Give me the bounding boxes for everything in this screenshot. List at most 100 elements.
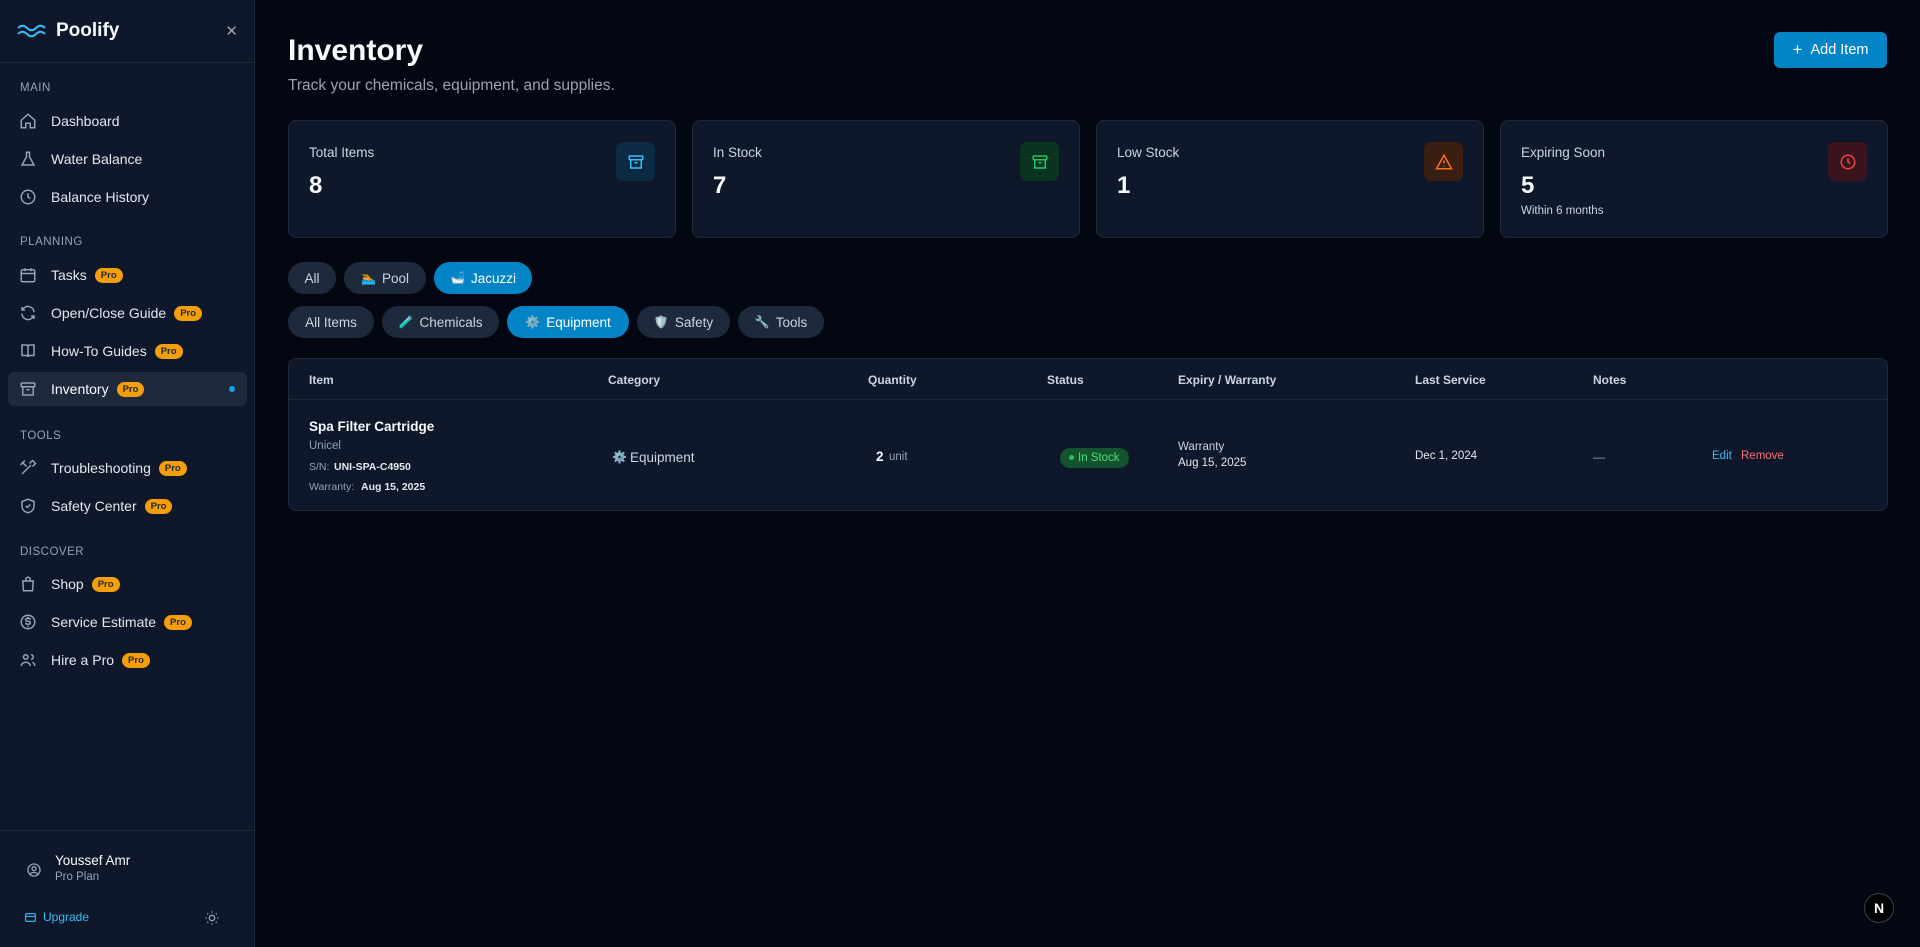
serial-label: S/N:: [309, 461, 330, 473]
home-icon: [20, 113, 36, 129]
item-notes: —: [1593, 450, 1605, 464]
add-item-button[interactable]: + Add Item: [1774, 32, 1887, 68]
add-item-label: Add Item: [1810, 42, 1869, 58]
filter-category-all-items[interactable]: All Items: [288, 306, 374, 338]
filter-location-pool[interactable]: 🏊 Pool: [344, 262, 426, 294]
pro-badge: Pro: [122, 652, 150, 668]
stat-card-expiring-soon: Expiring Soon 5 Within 6 months: [1500, 120, 1888, 238]
edit-button[interactable]: Edit: [1712, 450, 1732, 462]
section-main: MAIN: [20, 82, 51, 94]
dev-tools-button[interactable]: N: [1864, 893, 1894, 923]
sidebar-item-label: Balance History: [51, 189, 150, 205]
chip-label: Tools: [775, 314, 808, 330]
sidebar-item-label: Tasks: [51, 267, 87, 283]
column-header: Quantity: [868, 373, 917, 387]
pro-badge: Pro: [164, 614, 192, 630]
main-content: Inventory Track your chemicals, equipmen…: [256, 0, 1920, 947]
archive-icon: [20, 382, 36, 396]
section-discover: DISCOVER: [20, 546, 85, 558]
dollar-icon: [20, 614, 36, 630]
chip-label: Chemicals: [419, 314, 483, 330]
stat-value: 7: [713, 172, 727, 199]
stat-value: 5: [1521, 172, 1535, 199]
status-badge: In Stock: [1060, 448, 1129, 468]
bag-icon: [21, 576, 35, 592]
sidebar-item-label: Troubleshooting: [51, 460, 151, 476]
sidebar-item-label: Shop: [51, 576, 84, 592]
filter-category-safety[interactable]: 🛡️ Safety: [637, 306, 730, 338]
stat-value: 8: [309, 172, 323, 199]
filter-category-chemicals[interactable]: 🧪 Chemicals: [382, 306, 499, 338]
chip-label: Safety: [674, 314, 714, 330]
flask-icon: [20, 151, 36, 166]
pro-badge: Pro: [144, 498, 173, 514]
stat-title: In Stock: [713, 145, 762, 160]
item-category: Equipment: [630, 450, 695, 465]
card-icon: [25, 912, 36, 922]
chip-label: Jacuzzi: [470, 270, 516, 286]
sidebar-item-label: Open/Close Guide: [51, 305, 167, 321]
user-plan: Pro Plan: [55, 871, 100, 883]
inventory-table: Item Category Quantity Status Expiry / W…: [288, 358, 1888, 511]
column-header: Last Service: [1415, 373, 1486, 387]
tools-icon: [19, 459, 37, 475]
sun-icon[interactable]: [204, 910, 220, 926]
shield-icon: 🛡️: [653, 315, 669, 329]
stat-title: Expiring Soon: [1521, 145, 1606, 160]
stat-subtext: Within 6 months: [1521, 205, 1604, 217]
book-icon: [21, 344, 35, 358]
upgrade-label: Upgrade: [43, 910, 90, 924]
sidebar-item-inventory[interactable]: Inventory Pro: [8, 372, 247, 406]
stat-value: 1: [1117, 172, 1131, 199]
pro-badge: Pro: [91, 576, 120, 592]
clock-icon: [20, 189, 36, 205]
sidebar-item-water-balance[interactable]: Water Balance: [8, 142, 247, 176]
column-header: Notes: [1593, 373, 1627, 387]
warning-triangle-icon: [1424, 142, 1463, 181]
item-unit: unit: [889, 451, 908, 463]
last-service-date: Dec 1, 2024: [1415, 450, 1478, 462]
warranty-label: Warranty:: [309, 481, 355, 493]
user-area: Youssef Amr Pro Plan Upgrade: [0, 830, 255, 947]
remove-button[interactable]: Remove: [1741, 450, 1784, 462]
sidebar-item-balance-history[interactable]: Balance History: [8, 180, 247, 214]
sidebar: Poolify ✕ MAIN PLANNING TOOLS DISCOVER D…: [0, 0, 255, 947]
swimmer-icon: 🏊: [361, 271, 376, 285]
sidebar-item-label: Safety Center: [51, 498, 137, 514]
column-header: Expiry / Warranty: [1178, 373, 1277, 387]
chip-label: Equipment: [546, 314, 611, 330]
wrench-icon: 🔧: [754, 315, 770, 329]
sidebar-item-shop[interactable]: Shop Pro: [8, 567, 247, 601]
sidebar-item-troubleshooting[interactable]: Troubleshooting Pro: [8, 451, 247, 485]
filter-category-tools[interactable]: 🔧 Tools: [738, 306, 824, 338]
close-icon[interactable]: ✕: [225, 22, 238, 40]
sidebar-item-hire-a-pro[interactable]: Hire a Pro Pro: [8, 643, 247, 677]
chip-label: All Items: [305, 314, 357, 330]
section-planning: PLANNING: [20, 236, 83, 248]
column-header: Status: [1047, 373, 1084, 387]
waves-logo-icon: [17, 24, 46, 38]
sidebar-item-service-estimate[interactable]: Service Estimate Pro: [8, 605, 247, 639]
plus-icon: +: [1792, 40, 1803, 59]
filter-category-equipment[interactable]: ⚙️ Equipment: [507, 306, 629, 338]
sidebar-item-tasks[interactable]: Tasks Pro: [8, 258, 247, 292]
filter-location-all[interactable]: All: [288, 262, 336, 294]
table-header: Item Category Quantity Status Expiry / W…: [289, 359, 1887, 400]
filter-location-jacuzzi[interactable]: 🛁 Jacuzzi: [434, 262, 532, 294]
brand-bar: Poolify ✕: [0, 0, 254, 63]
sidebar-item-label: How-To Guides: [51, 343, 147, 359]
column-header: Item: [309, 373, 334, 387]
sidebar-item-open-close-guide[interactable]: Open/Close Guide Pro: [8, 296, 247, 330]
sidebar-item-dashboard[interactable]: Dashboard: [8, 104, 247, 138]
sidebar-item-how-to-guides[interactable]: How-To Guides Pro: [8, 334, 247, 368]
sidebar-item-safety-center[interactable]: Safety Center Pro: [8, 489, 247, 523]
column-header: Category: [608, 373, 661, 387]
stat-title: Low Stock: [1117, 145, 1180, 160]
item-quantity: 2: [876, 449, 884, 464]
upgrade-button[interactable]: Upgrade: [24, 910, 89, 924]
item-brand: Unicel: [309, 440, 341, 452]
clock-icon: [1828, 142, 1867, 181]
pro-badge: Pro: [94, 267, 123, 283]
expiry-date: Aug 15, 2025: [1178, 457, 1247, 469]
warranty-date: Aug 15, 2025: [361, 481, 426, 493]
